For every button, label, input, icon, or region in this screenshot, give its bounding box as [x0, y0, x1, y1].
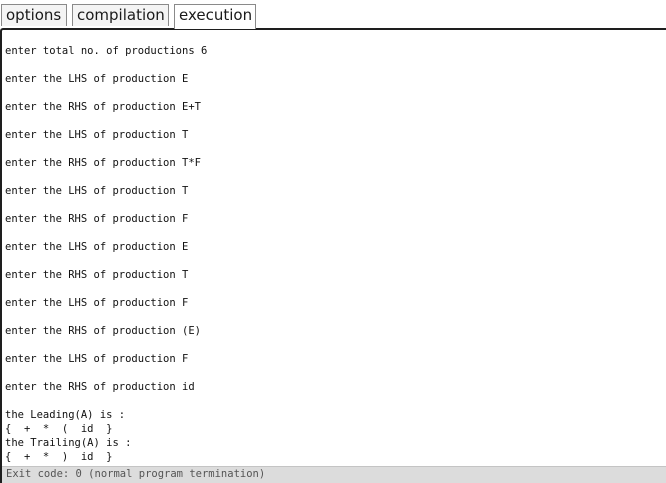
tab-bar: options compilation execution — [0, 0, 666, 29]
output-line: enter the RHS of production F — [5, 213, 189, 225]
leading-label: the Leading(A) is : — [5, 409, 126, 421]
output-line: enter the RHS of production T — [5, 269, 189, 281]
output-line: enter the LHS of production T — [5, 185, 189, 197]
tab-compilation[interactable]: compilation — [72, 4, 169, 26]
output-line: enter the LHS of production E — [5, 73, 189, 85]
tab-execution[interactable]: execution — [174, 4, 256, 29]
exit-status-bar: Exit code: 0 (normal program termination… — [2, 466, 666, 483]
tab-options[interactable]: options — [1, 4, 67, 26]
trailing-set: { + * ) id } — [5, 451, 113, 463]
output-line: enter the RHS of production id — [5, 381, 195, 393]
output-line: enter the RHS of production E+T — [5, 101, 201, 113]
output-line: enter the LHS of production T — [5, 129, 189, 141]
execution-panel: enter total no. of productions 6 enter t… — [0, 28, 666, 483]
output-line: enter total no. of productions 6 — [5, 45, 208, 57]
output-line: enter the LHS of production F — [5, 297, 189, 309]
output-line: enter the RHS of production (E) — [5, 325, 201, 337]
output-line: enter the LHS of production E — [5, 241, 189, 253]
leading-set: { + * ( id } — [5, 423, 113, 435]
output-line: enter the LHS of production F — [5, 353, 189, 365]
console-output: enter total no. of productions 6 enter t… — [5, 30, 666, 464]
trailing-label: the Trailing(A) is : — [5, 437, 132, 449]
output-line: enter the RHS of production T*F — [5, 157, 201, 169]
